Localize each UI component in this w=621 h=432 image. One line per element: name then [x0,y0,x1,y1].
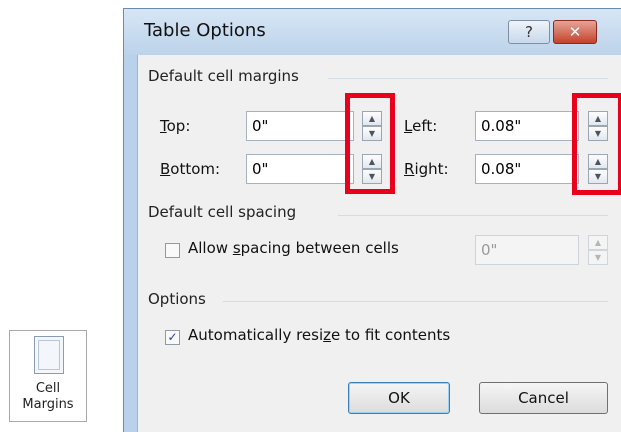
close-icon: ✕ [568,23,582,41]
check-icon: ✓ [167,330,178,344]
cell-spacing-spinner[interactable]: ▲ ▼ [588,235,608,265]
help-icon: ? [525,23,533,41]
cell-margins-icon [34,336,64,374]
divider [223,301,608,302]
divider [328,78,608,79]
cell-margins-ribbon-button[interactable]: Cell Margins [9,330,87,422]
title-bar: Table Options ? ✕ [124,9,621,55]
highlight-box-right-spinners [572,93,621,195]
bottom-label: Bottom: [160,160,221,178]
bottom-margin-input[interactable]: 0" [246,154,354,184]
table-options-dialog: Table Options ? ✕ Default cell margins T… [123,8,621,432]
ok-button[interactable]: OK [348,382,450,414]
top-margin-input[interactable]: 0" [246,111,354,141]
spin-up-icon[interactable]: ▲ [588,235,608,250]
cell-margins-label: Cell Margins [22,381,74,412]
highlight-box-left-spinners [345,93,395,194]
spin-down-icon[interactable]: ▼ [588,250,608,265]
cancel-button[interactable]: Cancel [479,382,608,414]
dialog-body: Default cell margins Top: 0" ▲ ▼ Bottom:… [137,55,621,432]
auto-resize-label: Automatically resize to fit contents [188,326,451,344]
cell-spacing-input[interactable]: 0" [475,235,579,265]
divider [338,215,608,216]
close-button[interactable]: ✕ [553,20,597,44]
dialog-title: Table Options [144,20,266,41]
top-label: Top: [160,117,191,135]
allow-spacing-label: Allow spacing between cells [188,239,399,257]
auto-resize-checkbox[interactable]: ✓ [165,330,180,345]
left-margin-input[interactable]: 0.08" [475,111,579,141]
cell-spacing-heading: Default cell spacing [148,203,297,221]
left-label: Left: [404,117,438,135]
allow-spacing-checkbox[interactable] [165,243,180,258]
help-button[interactable]: ? [508,20,550,44]
options-heading: Options [148,290,206,308]
right-label: Right: [404,160,449,178]
cell-margins-heading: Default cell margins [148,67,299,85]
right-margin-input[interactable]: 0.08" [475,154,579,184]
